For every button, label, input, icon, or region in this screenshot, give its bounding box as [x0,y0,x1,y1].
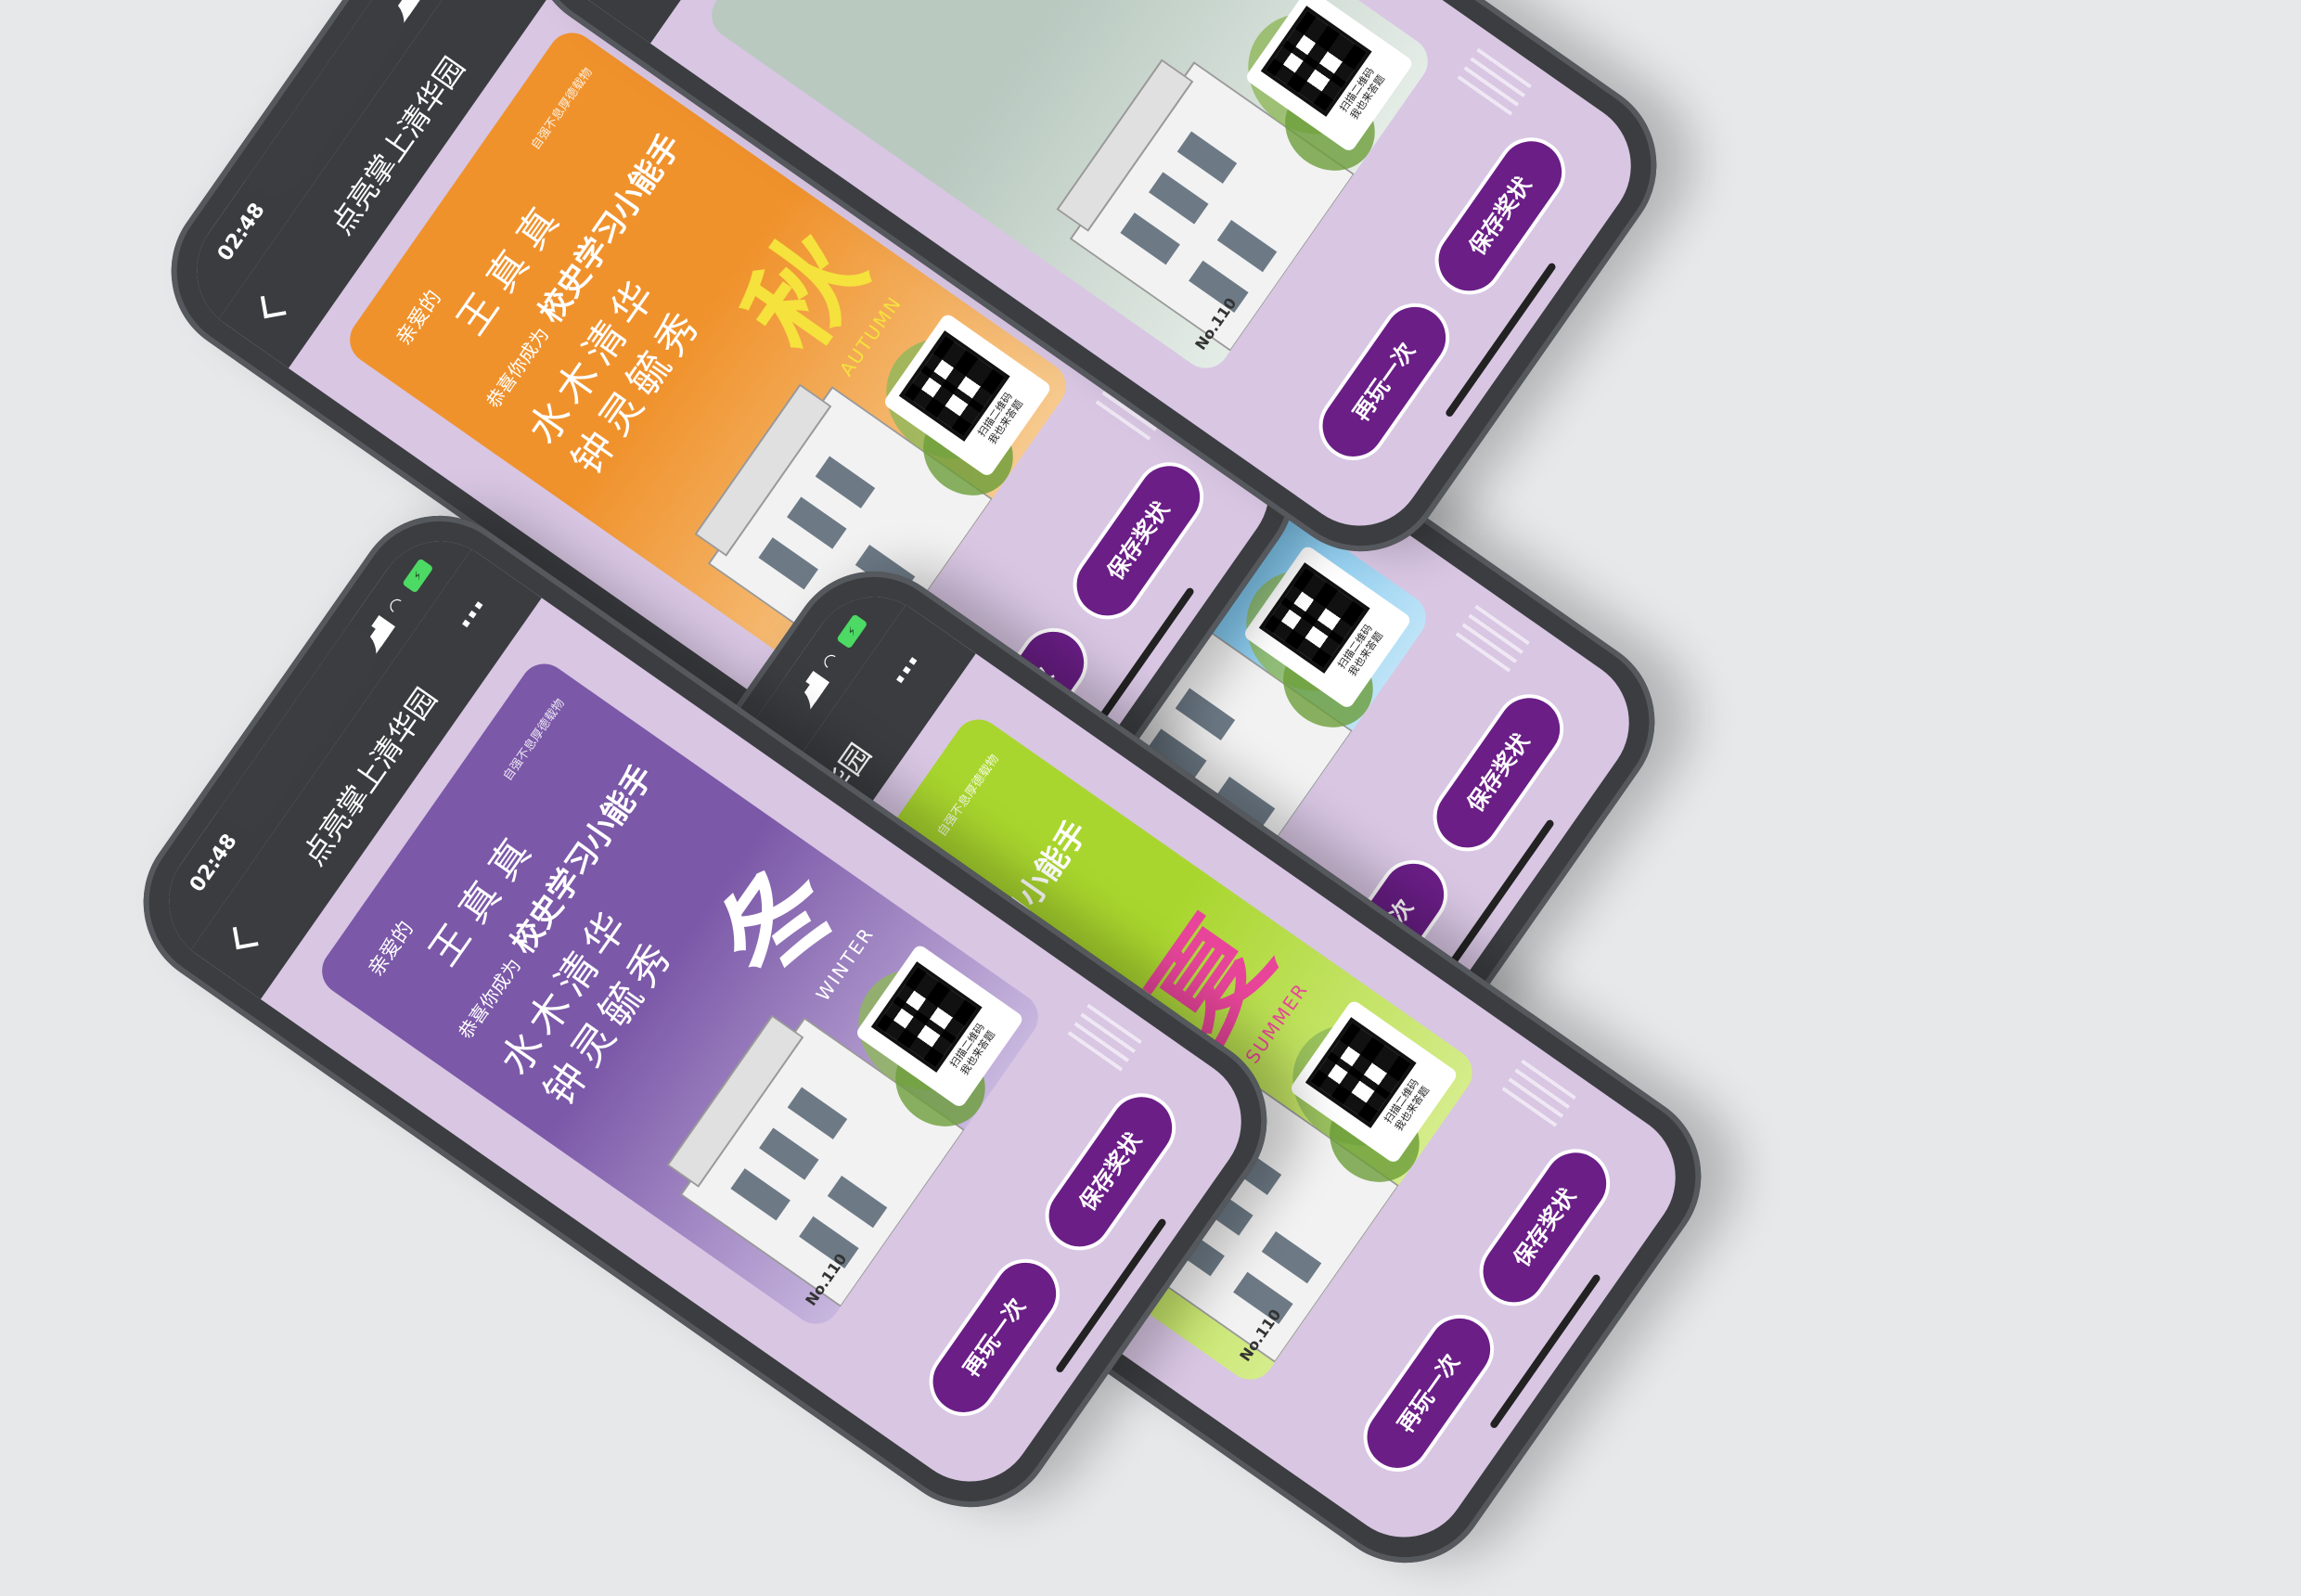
replay-button[interactable]: 再玩一次 [1305,290,1463,474]
campus-building-illustration [594,851,1048,1332]
replay-button[interactable]: 再玩一次 [916,1245,1073,1430]
decorative-stripes [1455,604,1530,673]
battery-icon: ⚡ [836,613,868,650]
decorative-stripes [1501,1059,1576,1127]
card-slogan: 自强不息厚德载物 [528,65,596,153]
decorative-stripes [1457,47,1532,116]
battery-icon: ⚡ [402,558,434,594]
save-certificate-button[interactable]: 保存奖状 [1421,123,1579,308]
save-certificate-button[interactable]: 保存奖状 [1060,448,1217,633]
card-slogan: 自强不息厚德载物 [500,696,568,784]
wifi-icon: ◠ [381,592,410,619]
save-certificate-button[interactable]: 保存奖状 [1420,680,1577,865]
award-lead [838,71,856,84]
save-certificate-button[interactable]: 保存奖状 [1466,1135,1624,1319]
card-greeting: 亲爱的 [392,286,447,351]
status-time: 02:48 [212,199,270,266]
wifi-icon: ◠ [816,648,844,675]
save-certificate-button[interactable]: 保存奖状 [1032,1079,1189,1264]
card-award-row [829,59,862,85]
status-time: 02:48 [185,830,242,897]
card-slogan: 自强不息厚德载物 [934,752,1002,840]
decorative-stripes [1067,1003,1142,1072]
award-title [831,59,862,81]
replay-button[interactable]: 再玩一次 [1350,1301,1508,1486]
card-greeting: 亲爱的 [364,917,419,982]
